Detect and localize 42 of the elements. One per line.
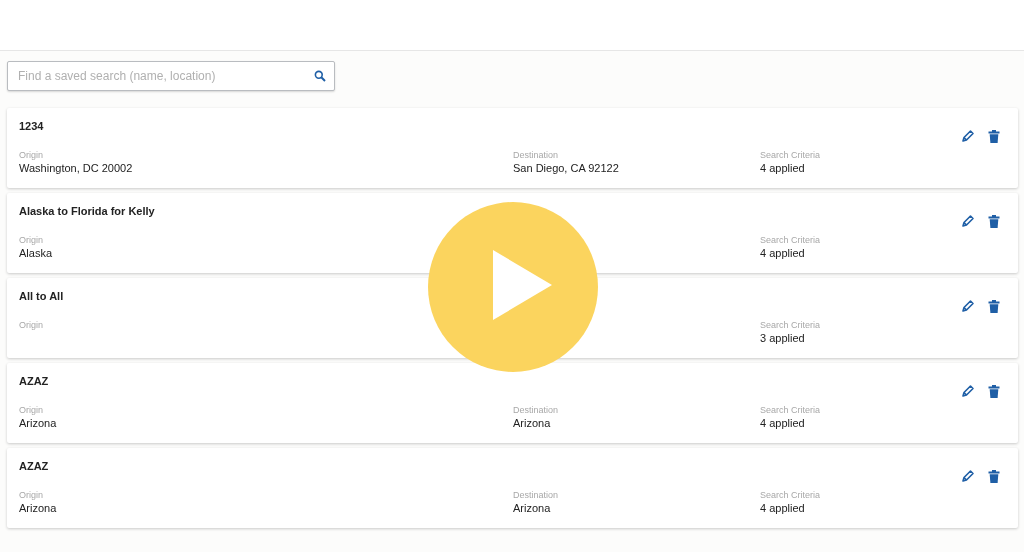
field-label: Search Criteria <box>760 235 822 245</box>
search-name: 1234 <box>19 120 44 132</box>
field-label: Destination <box>513 490 560 500</box>
pencil-icon[interactable] <box>961 129 975 143</box>
field-label: Search Criteria <box>760 405 822 415</box>
field-value: Arizona <box>19 417 58 429</box>
pencil-icon[interactable] <box>961 214 975 228</box>
field-value: Arizona <box>513 502 552 514</box>
field-label: Origin <box>19 235 44 245</box>
field-value: Alaska <box>19 247 54 259</box>
search-name: Alaska to Florida for Kelly <box>19 205 155 217</box>
field-value: Arizona <box>513 417 552 429</box>
field-value: 4 applied <box>760 502 806 514</box>
field-value: 4 applied <box>760 417 806 429</box>
field-label: Search Criteria <box>760 320 822 330</box>
field-label: Search Criteria <box>760 150 822 160</box>
search-name: All to All <box>19 290 64 302</box>
trash-icon[interactable] <box>988 469 1000 483</box>
field-label: Origin <box>19 150 44 160</box>
trash-icon[interactable] <box>988 214 1000 228</box>
trash-icon[interactable] <box>988 129 1000 143</box>
search-name: AZAZ <box>19 375 49 387</box>
field-value: Arizona <box>19 502 58 514</box>
pencil-icon[interactable] <box>961 384 975 398</box>
pencil-icon[interactable] <box>961 299 975 313</box>
search-icon[interactable] <box>314 70 326 82</box>
field-label: Origin <box>19 320 44 330</box>
field-value: 3 applied <box>760 332 806 344</box>
trash-icon[interactable] <box>988 384 1000 398</box>
field-label: Destination <box>513 150 560 160</box>
search-field[interactable]: Find a saved search (name, location) <box>7 61 335 91</box>
pencil-icon[interactable] <box>961 469 975 483</box>
field-label: Destination <box>513 405 560 415</box>
search-name: AZAZ <box>19 460 49 472</box>
field-value: 4 applied <box>760 162 806 174</box>
field-label: Origin <box>19 490 44 500</box>
field-label: Origin <box>19 405 44 415</box>
field-value: 4 applied <box>760 247 806 259</box>
field-value: Washington, DC 20002 <box>19 162 134 174</box>
field-label: Search Criteria <box>760 490 822 500</box>
field-value: San Diego, CA 92122 <box>513 162 620 174</box>
trash-icon[interactable] <box>988 299 1000 313</box>
